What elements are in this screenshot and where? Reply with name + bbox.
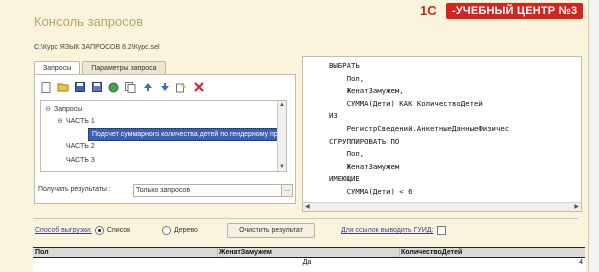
tree-item-label: ЧАСТЬ 1 bbox=[66, 118, 95, 125]
tree-item-label: Подсчет суммарного количества детей по г… bbox=[92, 131, 278, 138]
window-title: Консоль запросов bbox=[34, 14, 144, 29]
radio-list-label[interactable]: Список bbox=[107, 227, 130, 234]
unload-method-group: Способ выгрузки: Список bbox=[35, 226, 130, 235]
tree-item-queries[interactable]: ⊖ Запросы bbox=[45, 104, 82, 115]
tree-scrollbar[interactable]: ▲ ▼ bbox=[277, 101, 286, 171]
code-line: ЖенатЗамужем, bbox=[329, 86, 404, 96]
file-path: C:\Курс ЯЗЫК ЗАПРОСОВ 8.2\Курс.sel bbox=[34, 44, 160, 51]
results-table: Пол ЖенатЗамужем КоличествоДетей Да 4 bbox=[33, 247, 585, 272]
column-header-married[interactable]: ЖенатЗамужем bbox=[217, 248, 400, 257]
query-text-editor[interactable]: ВЫБРАТЬ Пол, ЖенатЗамужем, СУММА(Дети) К… bbox=[302, 56, 582, 212]
cell-gender bbox=[33, 258, 215, 268]
code-line: СУММА(Дети) КАК КоличествоДетей bbox=[329, 98, 483, 108]
column-header-children-count[interactable]: КоличествоДетей bbox=[399, 248, 581, 257]
scroll-left-icon[interactable]: ◀ bbox=[305, 203, 310, 210]
tree-item-label: Запросы bbox=[54, 106, 83, 113]
radio-tree-label[interactable]: Дерево bbox=[174, 227, 198, 234]
unload-method-label: Способ выгрузки: bbox=[35, 227, 92, 234]
query-console-window: Консоль запросов C:\Курс ЯЗЫК ЗАПРОСОВ 8… bbox=[0, 0, 589, 272]
brand-logo: 1С bbox=[420, 3, 437, 18]
guid-label: Для ссылок выводить ГУИД: bbox=[341, 227, 434, 234]
code-line: ЖенатЗамужем bbox=[329, 161, 400, 171]
collapse-icon[interactable]: ⊖ bbox=[57, 116, 63, 127]
tree-item-part2[interactable]: ЧАСТЬ 2 bbox=[66, 141, 95, 152]
column-header-gender[interactable]: Пол bbox=[33, 248, 218, 257]
queries-toolbar bbox=[39, 81, 205, 93]
code-line: СГРУППИРОВАТЬ ПО bbox=[329, 136, 400, 146]
code-line: РегистрСведений.АнкетныеДанныеФизичес bbox=[329, 124, 510, 133]
collapse-icon[interactable]: ⊖ bbox=[45, 104, 51, 115]
code-line: Пол, bbox=[329, 73, 365, 83]
scroll-right-icon[interactable]: ▶ bbox=[574, 203, 579, 210]
brand-banner: 1С -УЧЕБНЫЙ ЦЕНТР №3 bbox=[420, 0, 596, 22]
clear-result-button[interactable]: Очистить результат bbox=[227, 223, 315, 238]
code-line: ВЫБРАТЬ bbox=[329, 61, 360, 70]
save-as-icon[interactable] bbox=[90, 81, 103, 93]
copy-icon[interactable] bbox=[124, 81, 137, 93]
tree-item-part3[interactable]: ЧАСТЬ 3 bbox=[66, 156, 95, 164]
open-folder-icon[interactable] bbox=[56, 81, 69, 93]
delete-icon[interactable] bbox=[192, 81, 205, 93]
query-wizard-icon[interactable] bbox=[175, 81, 188, 93]
scroll-up-icon[interactable]: ▲ bbox=[279, 102, 285, 108]
results-mode-label: Получать результаты : bbox=[38, 186, 111, 193]
table-row[interactable]: Да 4 bbox=[33, 258, 585, 268]
tab-bar: Запросы Параметры запроса bbox=[34, 61, 166, 75]
code-line: Пол, bbox=[329, 149, 365, 159]
radio-tree[interactable] bbox=[162, 226, 171, 235]
tree-item-label: ЧАСТЬ 3 bbox=[66, 156, 95, 164]
tab-queries[interactable]: Запросы bbox=[34, 61, 81, 75]
tab-query-parameters[interactable]: Параметры запроса bbox=[82, 61, 166, 75]
cell-children-count: 4 bbox=[579, 259, 583, 266]
radio-tree-group: Дерево bbox=[162, 226, 198, 235]
editor-horizontal-scrollbar[interactable]: ◀ ▶ bbox=[303, 202, 581, 211]
table-header: Пол ЖенатЗамужем КоличествоДетей bbox=[33, 247, 585, 258]
queries-tree: ⊖ Запросы ⊖ ЧАСТЬ 1 Подсчет суммарного к… bbox=[40, 100, 287, 172]
results-mode-select-button[interactable]: ... bbox=[281, 184, 293, 197]
tree-item-selected-query[interactable]: Подсчет суммарного количества детей по г… bbox=[88, 128, 278, 141]
scroll-down-icon[interactable]: ▼ bbox=[279, 164, 285, 170]
divider bbox=[33, 218, 578, 219]
tree-item-part1[interactable]: ⊖ ЧАСТЬ 1 bbox=[57, 116, 95, 127]
brand-text: -УЧЕБНЫЙ ЦЕНТР №3 bbox=[446, 3, 584, 19]
refresh-icon[interactable] bbox=[107, 81, 120, 93]
code-line: СУММА(Дети) < 6 bbox=[329, 187, 413, 196]
code-line: ИМЕЮЩИЕ bbox=[329, 174, 360, 184]
radio-list[interactable] bbox=[94, 226, 104, 235]
code-line: ИЗ bbox=[329, 111, 338, 121]
tree-item-label: ЧАСТЬ 2 bbox=[66, 143, 95, 150]
results-mode-field[interactable]: Только запросов bbox=[133, 184, 283, 197]
move-down-icon[interactable] bbox=[158, 81, 171, 93]
new-document-icon[interactable] bbox=[39, 81, 52, 93]
cell-married: Да bbox=[302, 259, 312, 266]
guid-option-group: Для ссылок выводить ГУИД: bbox=[341, 226, 446, 235]
move-up-icon[interactable] bbox=[141, 81, 154, 93]
guid-checkbox[interactable] bbox=[436, 226, 446, 235]
save-icon[interactable] bbox=[73, 81, 86, 93]
